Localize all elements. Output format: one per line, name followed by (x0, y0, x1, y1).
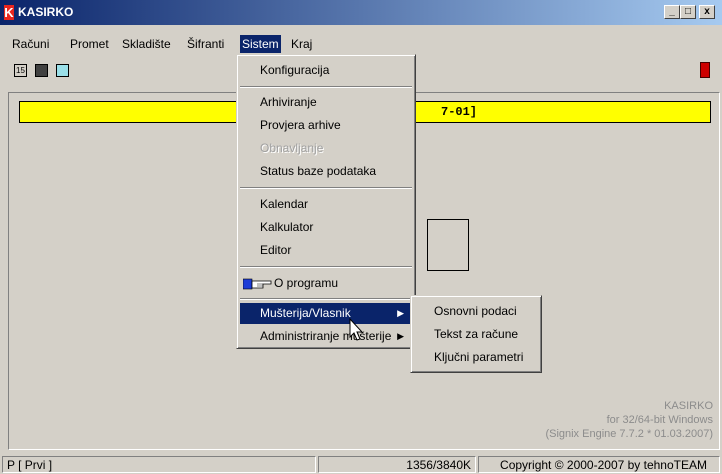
editor-icon[interactable] (56, 64, 69, 77)
musterija-submenu: Osnovni podaci Tekst za račune Ključni p… (410, 295, 542, 373)
brand-engine: (Signix Engine 7.7.2 * 01.03.2007) (545, 428, 713, 440)
frame-box (427, 219, 469, 271)
exit-door-icon[interactable] (700, 62, 710, 78)
o-programu-label: O programu (274, 276, 339, 290)
menu-item-o-programu[interactable]: O programu (240, 273, 412, 294)
brand-name: KASIRKO (664, 400, 713, 412)
calculator-icon[interactable] (35, 64, 48, 77)
brand-block: KASIRKO for 32/64-bit Windows (Signix En… (545, 399, 713, 441)
app-logo-icon: K (4, 5, 14, 20)
menu-item-musterija-vlasnik[interactable]: Mušterija/Vlasnik ▶ (240, 303, 412, 324)
window-title: KASIRKO (18, 5, 74, 19)
pointing-hand-icon (243, 278, 272, 290)
calendar-icon[interactable]: 15 (14, 64, 27, 77)
administriranje-label: Administriranje mušterije (260, 329, 392, 343)
menu-item-obnavljanje: Obnavljanje (260, 141, 324, 155)
title-bar[interactable]: K KASIRKO _ □ x (0, 0, 722, 25)
status-user: P [ Prvi ] (2, 456, 316, 473)
maximize-button[interactable]: □ (680, 5, 696, 19)
menu-separator (240, 266, 412, 268)
musterija-label: Mušterija/Vlasnik (260, 306, 351, 320)
menu-separator (240, 86, 412, 88)
menu-separator (240, 298, 412, 300)
menu-item-kalendar[interactable]: Kalendar (240, 194, 412, 215)
status-copyright: Copyright © 2000-2007 by tehnoTEAM (478, 456, 720, 473)
submenu-item-kljucni-parametri[interactable]: Ključni parametri (414, 346, 538, 368)
menu-sistem[interactable]: Sistem (240, 35, 281, 53)
menu-separator (240, 187, 412, 189)
menu-item-editor[interactable]: Editor (240, 240, 412, 261)
submenu-item-osnovni-podaci[interactable]: Osnovni podaci (414, 300, 538, 322)
menu-promet[interactable]: Promet (68, 35, 111, 53)
menu-item-administriranje[interactable]: Administriranje mušterije ▶ (240, 326, 412, 347)
menu-item-kalkulator[interactable]: Kalkulator (240, 217, 412, 238)
status-memory: 1356/3840K (318, 456, 476, 473)
menu-item-provjera-arhive[interactable]: Provjera arhive (240, 115, 412, 136)
menu-item-status-baze[interactable]: Status baze podataka (240, 161, 412, 182)
submenu-item-tekst-za-racune[interactable]: Tekst za račune (414, 323, 538, 345)
status-bar: P [ Prvi ] 1356/3840K Copyright © 2000-2… (0, 454, 722, 474)
submenu-arrow-icon: ▶ (397, 331, 404, 341)
submenu-arrow-icon: ▶ (397, 308, 404, 318)
minimize-button[interactable]: _ (664, 5, 680, 19)
info-bar-text: 7-01] (441, 105, 478, 119)
brand-platform: for 32/64-bit Windows (606, 414, 713, 426)
menu-sifranti[interactable]: Šifranti (185, 35, 226, 53)
close-button[interactable]: x (699, 5, 715, 19)
menu-bar: Računi Promet Skladište Šifranti Sistem … (0, 33, 722, 53)
menu-kraj[interactable]: Kraj (289, 35, 314, 53)
mouse-cursor-icon (349, 318, 364, 341)
menu-skladiste[interactable]: Skladište (120, 35, 173, 53)
sistem-menu: Konfiguracija Arhiviranje Provjera arhiv… (236, 54, 416, 349)
menu-item-arhiviranje[interactable]: Arhiviranje (240, 92, 412, 113)
menu-item-konfiguracija[interactable]: Konfiguracija (240, 60, 412, 81)
menu-racuni[interactable]: Računi (10, 35, 51, 53)
